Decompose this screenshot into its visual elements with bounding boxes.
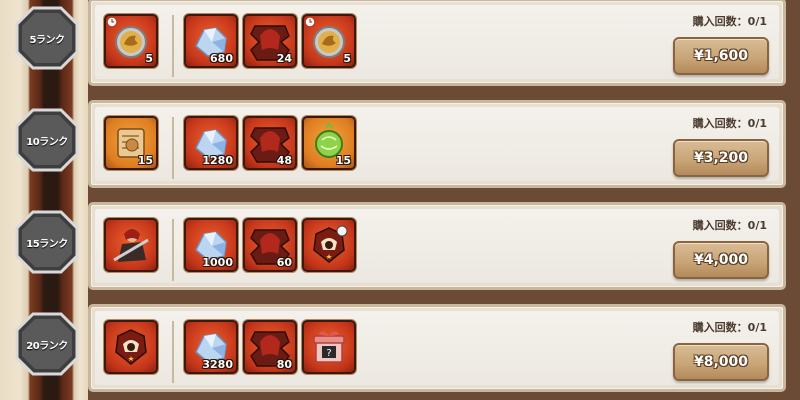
divider	[172, 15, 174, 77]
reward-item[interactable]: 1000	[184, 218, 238, 272]
item-quantity: 15	[137, 154, 153, 167]
price-label: ¥8,000	[693, 354, 749, 370]
price-label: ¥4,000	[693, 252, 749, 268]
rank-label: 20ランク	[26, 340, 68, 352]
item-quantity: 60	[276, 256, 292, 269]
rank-label: 5ランク	[29, 34, 65, 46]
reward-item[interactable]: 80	[243, 320, 297, 374]
featured-item[interactable]	[104, 320, 158, 374]
tier-row-20: 3280 80 ? 購入回数：0/1 ¥8,000	[88, 304, 786, 392]
reward-item[interactable]: 48	[243, 116, 297, 170]
reward-item[interactable]: ?	[302, 320, 356, 374]
character-portrait-icon	[113, 229, 149, 262]
item-quantity: 1280	[202, 154, 233, 167]
clock-icon	[106, 16, 118, 28]
item-quantity: 15	[335, 154, 351, 167]
reward-item[interactable]: 60	[243, 218, 297, 272]
buy-button[interactable]: ¥1,600	[673, 37, 769, 75]
tier-panel: 1000 60 購入回数：0/1 ¥4,000	[95, 209, 779, 283]
buy-button[interactable]: ¥4,000	[673, 241, 769, 279]
purchase-count: 購入回数：0/1	[692, 321, 767, 334]
svg-text:?: ?	[326, 348, 331, 359]
reward-item[interactable]: 680	[184, 14, 238, 68]
item-quantity: 24	[276, 52, 292, 65]
divider	[172, 321, 174, 383]
price-label: ¥3,200	[693, 150, 749, 166]
item-quantity: 80	[276, 358, 292, 371]
tier-row-5: 5 680 24 5 購入回数：0/1 ¥1,600	[88, 0, 786, 86]
item-quantity: 1000	[202, 256, 233, 269]
buy-button[interactable]: ¥3,200	[673, 139, 769, 177]
clock-icon	[304, 16, 316, 28]
emblem-badge-icon	[115, 329, 147, 365]
item-quantity: 680	[210, 52, 233, 65]
item-quantity: 5	[145, 52, 153, 65]
buy-button[interactable]: ¥8,000	[673, 343, 769, 381]
price-label: ¥1,600	[693, 48, 749, 64]
featured-item[interactable]: 5	[104, 14, 158, 68]
item-quantity: 3280	[202, 358, 233, 371]
item-quantity: 48	[276, 154, 292, 167]
rank-badge-5: 5ランク	[13, 4, 81, 72]
featured-item[interactable]	[104, 218, 158, 272]
mystery-gift-icon: ?	[313, 331, 345, 363]
reward-item[interactable]: 1280	[184, 116, 238, 170]
emblem-badge-icon	[313, 225, 348, 263]
reward-item[interactable]: 5	[302, 14, 356, 68]
featured-item[interactable]: 15	[104, 116, 158, 170]
tier-panel: 5 680 24 5 購入回数：0/1 ¥1,600	[95, 5, 779, 79]
rank-badge-10: 10ランク	[13, 106, 81, 174]
purchase-count: 購入回数：0/1	[692, 15, 767, 28]
tier-panel: 15 1280 48 15 購入回数：0/1 ¥3,200	[95, 107, 779, 181]
reward-item[interactable]: 3280	[184, 320, 238, 374]
divider	[172, 219, 174, 281]
reward-item[interactable]	[302, 218, 356, 272]
rank-badge-20: 20ランク	[13, 310, 81, 378]
tier-row-15: 1000 60 購入回数：0/1 ¥4,000	[88, 202, 786, 290]
tier-panel: 3280 80 ? 購入回数：0/1 ¥8,000	[95, 311, 779, 385]
divider	[172, 117, 174, 179]
item-quantity: 5	[343, 52, 351, 65]
tier-row-10: 15 1280 48 15 購入回数：0/1 ¥3,200	[88, 100, 786, 188]
rank-label: 10ランク	[26, 136, 68, 148]
reward-item[interactable]: 15	[302, 116, 356, 170]
purchase-count: 購入回数：0/1	[692, 219, 767, 232]
purchase-count: 購入回数：0/1	[692, 117, 767, 130]
rank-label: 15ランク	[26, 238, 68, 250]
reward-item[interactable]: 24	[243, 14, 297, 68]
rank-badge-15: 15ランク	[13, 208, 81, 276]
